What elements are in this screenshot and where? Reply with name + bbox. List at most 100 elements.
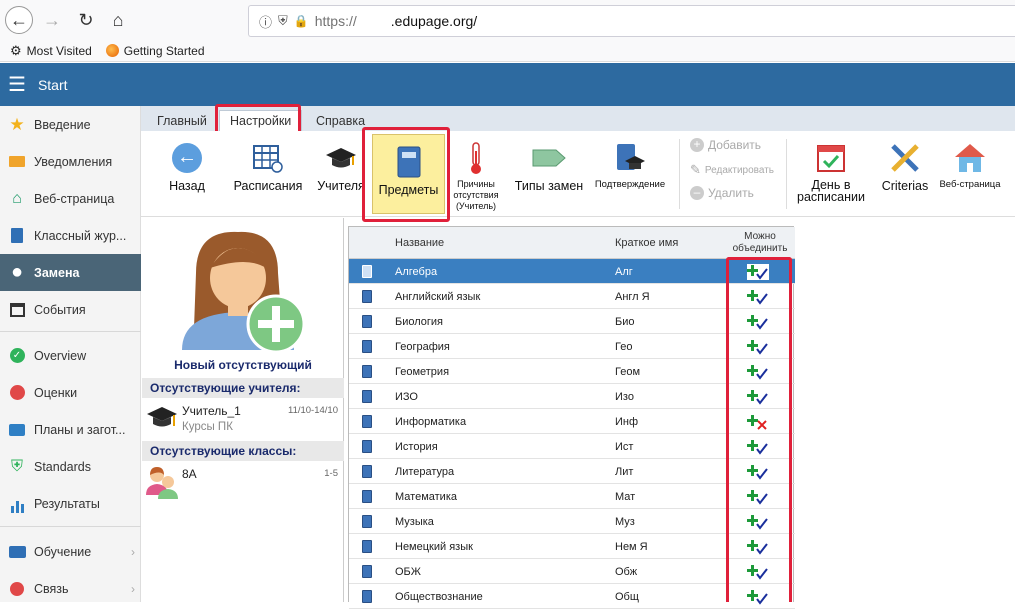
bookmark-label: Most Visited [26, 43, 92, 58]
sidebar-item-label: Замена [34, 265, 80, 280]
bar-chart-icon [8, 495, 26, 513]
sidebar-item-webpage[interactable]: ⌂ Веб-страница [0, 180, 141, 217]
sidebar-item-overview[interactable]: ✓ Overview [0, 337, 141, 374]
delete-button[interactable]: – Удалить [690, 186, 754, 200]
person-icon: ● [10, 261, 24, 283]
sidebar-item-notifications[interactable]: Уведомления [0, 143, 141, 180]
absent-classes-header: Отсутствующие классы: [142, 441, 344, 461]
row-icon-cell [362, 409, 372, 434]
pencil-ruler-icon [888, 141, 922, 175]
subject-short-cell: Нем Я [615, 540, 648, 553]
row-icon-cell [362, 534, 372, 559]
subject-book-icon [362, 340, 372, 353]
row-icon-cell [362, 509, 372, 534]
sidebar-item-label: События [34, 302, 86, 317]
sidebar-item-intro[interactable]: ★ Введение [0, 106, 141, 143]
mail-icon [8, 153, 26, 171]
row-icon-cell [362, 584, 372, 609]
subject-short-cell: Лит [615, 465, 634, 478]
row-icon-cell [362, 284, 372, 309]
criterias-label: Criterias [881, 179, 929, 193]
sidebar-item-events[interactable]: События [0, 291, 141, 328]
forward-arrow-icon[interactable]: → [38, 6, 66, 34]
subject-book-icon [362, 440, 372, 453]
column-header-short[interactable]: Краткое имя [615, 227, 678, 259]
subject-book-icon [362, 265, 372, 278]
teacher-dates: 11/10-14/10 [287, 405, 338, 416]
address-bar[interactable]: ⓘ ⛨ 🔒 https:// .edupage.org/ [248, 5, 1015, 37]
subject-short-cell: Англ Я [615, 290, 650, 303]
home-icon[interactable]: ⌂ [104, 6, 132, 34]
book-icon [8, 543, 26, 561]
row-icon-cell [362, 334, 372, 359]
new-absent-button[interactable]: Новый отсутствующий [142, 224, 344, 374]
tracking-shield-icon[interactable]: ⛨ [278, 13, 288, 29]
reload-icon[interactable]: ↻ [72, 6, 100, 34]
students-group-icon [146, 465, 178, 502]
timetables-button[interactable]: Расписания [228, 131, 308, 217]
sidebar: ★ Введение Уведомления ⌂ Веб-страница Кл… [0, 106, 141, 602]
add-button[interactable]: + Добавить [690, 138, 761, 152]
timetables-label: Расписания [233, 179, 303, 193]
absence-reasons-label-2: отсутствия [453, 190, 499, 200]
sidebar-item-plans[interactable]: Планы и загот... [0, 411, 141, 448]
avatar-add-icon [178, 228, 308, 354]
back-arrow-icon[interactable]: ← [5, 6, 33, 34]
column-header-merge-line1: Можно [744, 231, 776, 242]
back-label: Назад [169, 179, 205, 193]
back-button[interactable]: ← Назад [156, 131, 218, 217]
hamburger-menu-icon[interactable]: ☰ [8, 75, 26, 95]
sidebar-item-label: Overview [34, 348, 87, 363]
plus-circle-icon: + [690, 138, 704, 152]
column-header-name[interactable]: Название [395, 227, 444, 259]
column-header-merge[interactable]: Можно объединить [725, 227, 795, 259]
bookmark-most-visited[interactable]: ⚙ Most Visited [10, 43, 92, 59]
highlight-box [726, 257, 792, 602]
webpage-button[interactable]: Веб-страница [937, 131, 1003, 217]
confirmation-label: Подтверждение [594, 179, 666, 190]
substitution-types-button[interactable]: Типы замен [511, 131, 587, 217]
edit-button[interactable]: ✎ Редактировать [690, 162, 774, 178]
tab-main[interactable]: Главный [147, 110, 217, 131]
row-icon-cell [362, 484, 372, 509]
confirmation-button[interactable]: Подтверждение [593, 131, 667, 217]
tag-icon [532, 141, 566, 175]
check-circle-icon: ✓ [8, 347, 26, 365]
new-absent-label: Новый отсутствующий [174, 358, 312, 372]
chevron-right-icon: › [131, 544, 135, 559]
sidebar-item-standards[interactable]: ⛨ Standards [0, 448, 141, 485]
absence-reasons-label-1: Причины [457, 179, 495, 189]
info-icon[interactable]: ⓘ [259, 12, 272, 31]
sidebar-item-journal[interactable]: Классный жур... [0, 217, 141, 254]
subject-short-cell: Алг [615, 265, 633, 278]
sidebar-item-communication[interactable]: Связь › [0, 570, 141, 607]
absent-class-row[interactable]: 8А 1-5 [142, 463, 344, 503]
row-icon-cell [362, 359, 372, 384]
sidebar-item-label: Введение [34, 117, 91, 132]
page-title: Start [37, 76, 68, 93]
subject-short-cell: Ист [615, 440, 634, 453]
sidebar-item-results[interactable]: Результаты [0, 485, 141, 522]
shield-icon: ⛨ [10, 457, 23, 475]
subject-name-cell: История [395, 440, 438, 453]
subject-short-cell: Гео [615, 340, 633, 353]
delete-label: Удалить [708, 186, 754, 200]
subject-short-cell: Обж [615, 565, 638, 578]
bookmark-getting-started[interactable]: Getting Started [105, 44, 205, 58]
absent-teacher-row[interactable]: Учитель_1 11/10-14/10 Курсы ПК [142, 400, 344, 440]
highlight-box [362, 127, 450, 222]
sidebar-item-substitution[interactable]: ● Замена [0, 254, 141, 291]
sidebar-item-label: Обучение [34, 544, 92, 559]
book-cap-icon [613, 141, 647, 175]
criterias-button[interactable]: Criterias [875, 131, 935, 217]
graduation-cap-icon [146, 404, 178, 437]
subject-short-cell: Геом [615, 365, 641, 378]
sidebar-item-label: Связь [34, 581, 69, 596]
sidebar-item-grades[interactable]: Оценки [0, 374, 141, 411]
sidebar-item-learning[interactable]: Обучение › [0, 533, 141, 570]
chat-icon [8, 580, 26, 598]
subject-name-cell: География [395, 340, 450, 353]
day-in-timetable-button[interactable]: День в расписании [793, 131, 869, 217]
absence-reasons-button[interactable]: Причины отсутствия (Учитель) [448, 131, 504, 217]
day-in-timetable-label-2: расписании [797, 190, 865, 204]
